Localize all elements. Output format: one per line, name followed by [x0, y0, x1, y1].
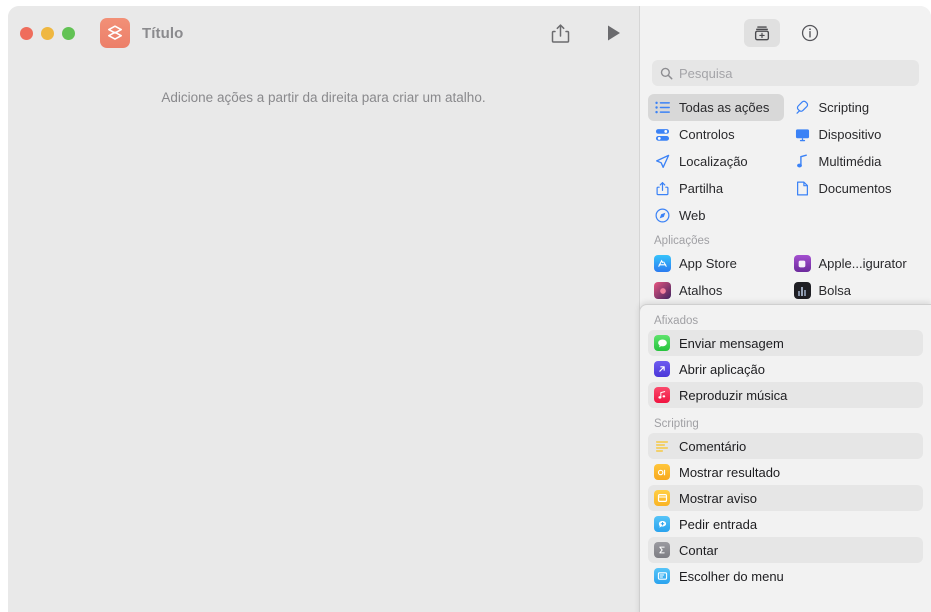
- list-icon: [654, 101, 671, 114]
- traffic-lights: [20, 26, 75, 40]
- category-web[interactable]: Web: [648, 202, 784, 229]
- shortcut-details-button[interactable]: [792, 19, 828, 47]
- stocks-icon: [793, 282, 811, 299]
- category-multimedia[interactable]: Multimédia: [788, 148, 924, 175]
- category-scripting[interactable]: Scripting: [788, 94, 924, 121]
- action-label: Enviar mensagem: [679, 335, 784, 351]
- action-library-button[interactable]: [743, 19, 780, 47]
- category-label: Multimédia: [818, 154, 882, 169]
- action-item-pedir-entrada[interactable]: Pedir entrada: [648, 511, 923, 537]
- action-label: Reproduzir música: [679, 387, 788, 403]
- action-suggestions-overlay: Afixados Enviar mensagem Abrir aplicação…: [639, 304, 931, 612]
- action-item-mostrar-resultado[interactable]: Mostrar resultado: [648, 459, 923, 485]
- show-result-icon: [654, 464, 670, 480]
- category-label: Partilha: [679, 181, 724, 196]
- share-icon: [654, 181, 671, 196]
- shortcuts-app-icon: [100, 18, 130, 48]
- scripting-section-header: Scripting: [654, 418, 699, 430]
- apple-configurator-icon: [793, 255, 811, 272]
- titlebar: Título: [8, 6, 639, 60]
- document-icon: [794, 181, 811, 196]
- empty-state-message: Adicione ações a partir da direita para …: [161, 90, 486, 105]
- pinned-section-header: Afixados: [654, 315, 699, 327]
- category-dispositivo[interactable]: Dispositivo: [788, 121, 924, 148]
- action-item-enviar-mensagem[interactable]: Enviar mensagem: [648, 330, 923, 356]
- category-documentos[interactable]: Documentos: [788, 175, 924, 202]
- apps-grid: App Store Apple...igurator Atalhos Bolsa: [640, 250, 931, 304]
- category-partilha[interactable]: Partilha: [648, 175, 784, 202]
- category-label: Localização: [679, 154, 748, 169]
- search-input[interactable]: Pesquisa: [652, 60, 919, 86]
- music-play-icon: [654, 387, 670, 403]
- search-placeholder: Pesquisa: [679, 65, 733, 81]
- pen-nib-icon: [794, 100, 811, 115]
- compass-icon: [654, 208, 671, 223]
- action-item-contar[interactable]: Contar: [648, 537, 923, 563]
- action-label: Comentário: [679, 438, 747, 454]
- open-app-icon: [654, 361, 670, 377]
- shortcut-canvas[interactable]: Adicione ações a partir da direita para …: [8, 60, 639, 612]
- paper-plane-icon: [654, 154, 671, 169]
- search-icon: [660, 67, 673, 79]
- apps-section-header: Aplicações: [654, 235, 710, 247]
- search-container: Pesquisa: [640, 60, 931, 86]
- play-icon[interactable]: [602, 21, 626, 45]
- app-label: Atalhos: [679, 283, 723, 298]
- shortcuts-window: Título Adicione ações a partir da direit…: [8, 6, 931, 612]
- action-label: Mostrar resultado: [679, 464, 781, 480]
- category-label: Documentos: [818, 181, 892, 196]
- action-label: Mostrar aviso: [679, 490, 758, 506]
- sliders-icon: [654, 128, 671, 142]
- close-button[interactable]: [20, 26, 33, 40]
- action-label: Escolher do menu: [679, 568, 784, 584]
- monitor-icon: [794, 128, 811, 142]
- messages-icon: [654, 335, 670, 351]
- show-alert-icon: [654, 490, 670, 506]
- app-label: Bolsa: [818, 283, 852, 298]
- music-note-icon: [794, 154, 811, 169]
- document-title[interactable]: Título: [142, 25, 183, 42]
- comment-icon: [654, 438, 670, 454]
- app-item-apple-configurator[interactable]: Apple...igurator: [788, 250, 924, 277]
- category-localizacao[interactable]: Localização: [648, 148, 784, 175]
- app-item-atalhos[interactable]: Atalhos: [648, 277, 784, 304]
- shortcuts-icon: [654, 282, 671, 299]
- action-item-mostrar-aviso[interactable]: Mostrar aviso: [648, 485, 923, 511]
- category-label: Dispositivo: [818, 127, 882, 142]
- category-controlos[interactable]: Controlos: [648, 121, 784, 148]
- app-label: App Store: [679, 256, 737, 271]
- app-label: Apple...igurator: [818, 256, 907, 271]
- action-item-reproduzir-musica[interactable]: Reproduzir música: [648, 382, 923, 408]
- share-icon[interactable]: [548, 21, 572, 45]
- category-label: Todas as ações: [679, 100, 770, 115]
- choose-menu-icon: [654, 568, 670, 584]
- category-label: Controlos: [679, 127, 735, 142]
- minimize-button[interactable]: [41, 26, 54, 40]
- action-label: Abrir aplicação: [679, 361, 765, 377]
- action-label: Pedir entrada: [679, 516, 758, 532]
- category-label: Web: [679, 208, 706, 223]
- count-sigma-icon: [654, 542, 670, 558]
- category-todas-as-acoes[interactable]: Todas as ações: [648, 94, 784, 121]
- category-label: Scripting: [818, 100, 870, 115]
- action-item-abrir-aplicacao[interactable]: Abrir aplicação: [648, 356, 923, 382]
- action-item-comentario[interactable]: Comentário: [648, 433, 923, 459]
- category-grid: Todas as ações Scripting Controlos Dispo…: [640, 94, 931, 229]
- app-store-icon: [654, 255, 671, 272]
- ask-input-icon: [654, 516, 670, 532]
- action-item-escolher-do-menu[interactable]: Escolher do menu: [648, 563, 923, 589]
- inspector-toolbar: [640, 6, 931, 60]
- titlebar-actions: [548, 6, 626, 60]
- action-label: Contar: [679, 542, 719, 558]
- app-item-app-store[interactable]: App Store: [648, 250, 784, 277]
- zoom-button[interactable]: [62, 26, 75, 40]
- app-item-bolsa[interactable]: Bolsa: [788, 277, 924, 304]
